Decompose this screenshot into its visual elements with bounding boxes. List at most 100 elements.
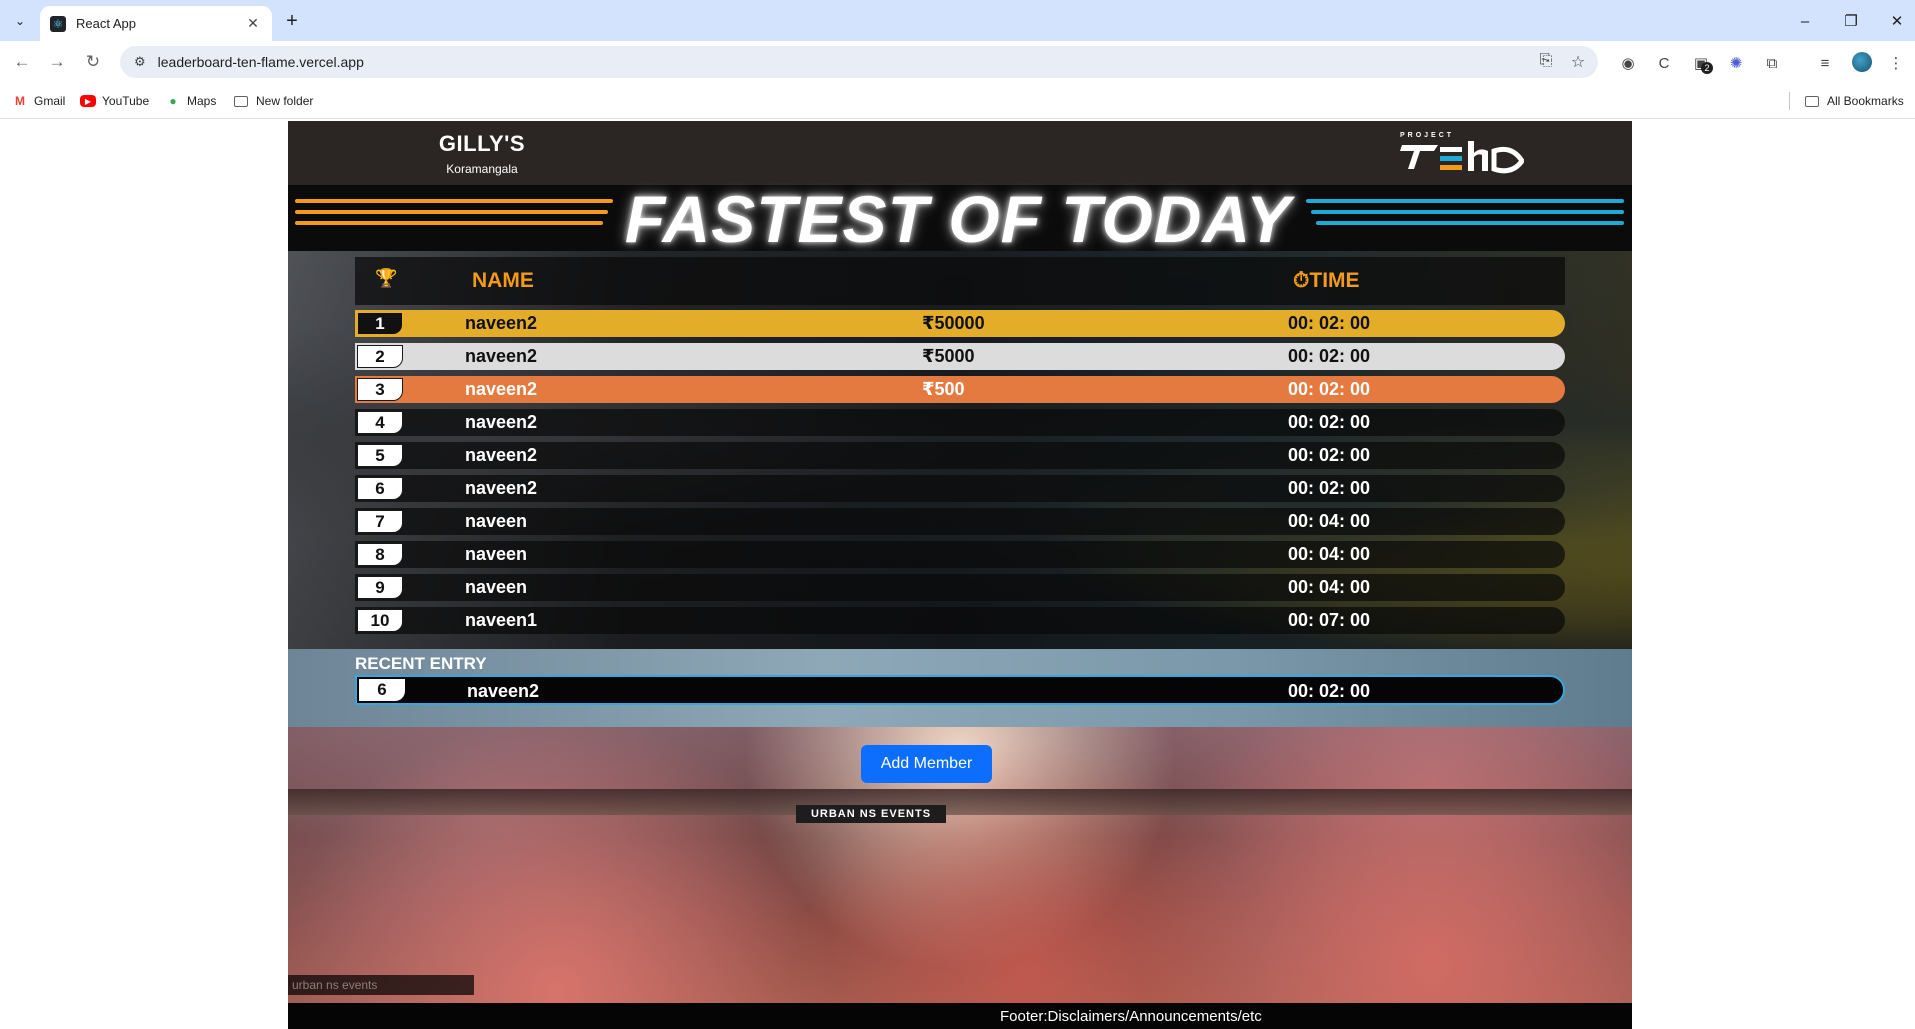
close-window-icon[interactable]: ✕ <box>1884 8 1910 34</box>
extensions-puzzle-icon[interactable]: ⧉ <box>1762 53 1782 73</box>
svg-text:PROJECT: PROJECT <box>1400 132 1454 139</box>
folder-icon <box>234 95 248 107</box>
player-name: naveen2 <box>465 379 538 399</box>
menu-kebab-icon[interactable]: ⋮ <box>1886 53 1906 73</box>
new-tab-button[interactable]: + <box>280 9 304 33</box>
table-row: 1 naveen2 ₹50000 00: 02: 00 <box>355 310 1565 337</box>
table-row: 8 naveen 00: 04: 00 <box>355 541 1565 568</box>
app-header: GILLY'S Koramangala PROJECT <box>288 121 1632 185</box>
table-row: 10 naveen1 00: 07: 00 <box>355 607 1565 634</box>
install-app-icon[interactable]: ⎘ <box>1536 52 1556 70</box>
browser-tab-bar: ⌄ ⚛ React App ✕ + – ❐ ✕ <box>0 0 1915 41</box>
tab-title: React App <box>76 16 136 31</box>
venue-location: Koramangala <box>446 162 518 176</box>
all-bookmarks-label: All Bookmarks <box>1827 94 1904 108</box>
player-name: naveen1 <box>465 610 538 630</box>
bookmark-maps[interactable]: ● Maps <box>165 92 216 110</box>
prize-amount: ₹50000 <box>922 313 985 333</box>
orange-stripe <box>295 221 603 225</box>
lap-time: 00: 02: 00 <box>1288 681 1371 701</box>
address-bar[interactable]: ⚙ leaderboard-ten-flame.vercel.app ⎘ ☆ <box>120 46 1598 78</box>
bookmarks-bar: M Gmail ▶ YouTube ● Maps New folder All … <box>0 83 1915 119</box>
footer: Footer:Disclaimers/Announcements/etc <box>288 1003 1632 1029</box>
player-name: naveen2 <box>465 478 538 498</box>
rank-badge: 9 <box>357 576 403 599</box>
table-row: 5 naveen2 00: 02: 00 <box>355 442 1565 469</box>
orange-stripe <box>295 210 608 214</box>
rank-badge: 6 <box>359 679 405 701</box>
leaderboard-rows: 1 naveen2 ₹50000 00: 02: 00 2 naveen2 ₹5… <box>355 310 1565 640</box>
recent-entry-section: RECENT ENTRY 6 naveen2 00: 02: 00 <box>288 649 1632 727</box>
bookmarks-divider <box>1789 92 1790 110</box>
event-banner: URBAN NS EVENTS <box>796 805 946 823</box>
venue-name: GILLY'S <box>438 131 526 156</box>
profile-avatar[interactable] <box>1852 52 1872 72</box>
lap-time: 00: 02: 00 <box>1288 445 1371 465</box>
player-name: naveen2 <box>465 412 538 432</box>
rank-badge: 6 <box>357 477 403 500</box>
bookmark-label: Gmail <box>34 94 66 108</box>
extension-sparkle-icon[interactable]: ✺ <box>1726 53 1746 73</box>
lap-time: 00: 02: 00 <box>1288 478 1371 498</box>
rank-badge: 10 <box>357 609 403 632</box>
bookmark-gmail[interactable]: M Gmail <box>12 92 65 110</box>
blue-stripe <box>1316 221 1624 225</box>
table-row: 3 naveen2 ₹500 00: 02: 00 <box>355 376 1565 403</box>
player-name: naveen2 <box>465 445 538 465</box>
lap-time: 00: 04: 00 <box>1288 577 1371 597</box>
bookmark-label: YouTube <box>102 94 150 108</box>
time-column-header: ⏱TIME <box>1293 269 1360 293</box>
forward-icon[interactable]: → <box>43 48 71 76</box>
lap-time: 00: 02: 00 <box>1288 379 1371 399</box>
player-name: naveen2 <box>465 313 538 333</box>
player-name: naveen2 <box>465 346 538 366</box>
extension-color-icon[interactable]: ◉ <box>1618 53 1638 73</box>
trophy-icon: 🏆 <box>375 268 398 288</box>
watermark: urban ns events <box>288 975 474 995</box>
reload-icon[interactable]: ↻ <box>79 48 107 76</box>
all-bookmarks[interactable]: All Bookmarks <box>1805 92 1904 110</box>
browser-tab[interactable]: ⚛ React App ✕ <box>40 6 272 41</box>
prize-amount: ₹500 <box>922 379 965 399</box>
back-icon[interactable]: ← <box>8 48 36 76</box>
extension-code-icon[interactable]: C <box>1654 53 1674 73</box>
lap-time: 00: 02: 00 <box>1288 313 1371 333</box>
site-info-icon[interactable]: ⚙ <box>134 54 146 70</box>
lap-time: 00: 04: 00 <box>1288 511 1371 531</box>
footer-text: Footer:Disclaimers/Announcements/etc <box>1000 1008 1262 1025</box>
stage-truss <box>288 789 1632 815</box>
title-band: FASTEST OF TODAY <box>288 182 1632 256</box>
project-teho-logo: PROJECT <box>1400 129 1526 179</box>
blue-stripe <box>1311 210 1624 214</box>
recent-entry-row: 6 naveen2 00: 02: 00 <box>355 675 1565 705</box>
tab-search-button[interactable]: ⌄ <box>8 9 32 33</box>
bookmark-youtube[interactable]: ▶ YouTube <box>80 92 149 110</box>
leaderboard-header: 🏆 NAME ⏱TIME <box>355 257 1565 305</box>
player-name: naveen <box>465 511 528 531</box>
name-column-header: NAME <box>472 269 534 292</box>
rank-badge: 3 <box>357 378 403 401</box>
url-text[interactable]: leaderboard-ten-flame.vercel.app <box>158 54 364 70</box>
leaderboard-app: GILLY'S Koramangala PROJECT FASTEST OF T… <box>288 121 1632 1029</box>
media-control-icon[interactable]: ≡ <box>1815 53 1835 73</box>
page-title: FASTEST OF TODAY <box>624 182 1292 256</box>
lap-time: 00: 02: 00 <box>1288 412 1371 432</box>
bookmark-label: New folder <box>256 94 314 108</box>
player-name: naveen <box>465 544 528 564</box>
minimize-icon[interactable]: – <box>1792 8 1818 34</box>
extension-badge: 2 <box>1701 62 1713 74</box>
table-row: 7 naveen 00: 04: 00 <box>355 508 1565 535</box>
table-row: 4 naveen2 00: 02: 00 <box>355 409 1565 436</box>
folder-icon <box>1805 95 1819 107</box>
bookmark-star-icon[interactable]: ☆ <box>1568 52 1588 72</box>
gmail-icon: M <box>15 94 25 108</box>
youtube-icon: ▶ <box>80 95 96 107</box>
close-tab-icon[interactable]: ✕ <box>244 15 262 32</box>
add-member-button[interactable]: Add Member <box>861 745 992 783</box>
restore-icon[interactable]: ❐ <box>1838 8 1864 34</box>
browser-toolbar: ← → ↻ ⚙ leaderboard-ten-flame.vercel.app… <box>0 41 1915 83</box>
table-row: 9 naveen 00: 04: 00 <box>355 574 1565 601</box>
lap-time: 00: 07: 00 <box>1288 610 1371 630</box>
bookmark-new-folder[interactable]: New folder <box>234 92 313 110</box>
rank-badge: 8 <box>357 543 403 566</box>
